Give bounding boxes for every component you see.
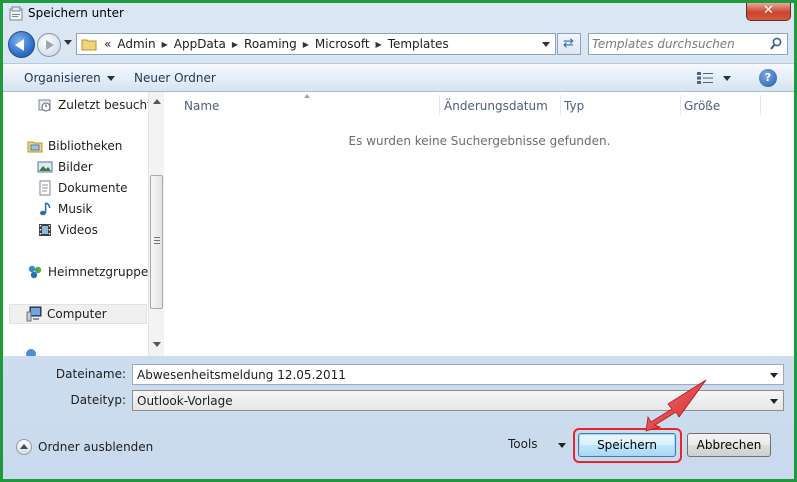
chevron-down-icon — [106, 76, 115, 81]
cancel-button[interactable]: Abbrechen — [687, 433, 771, 457]
sidebar-item-videos[interactable]: Videos — [37, 222, 98, 238]
breadcrumb-item[interactable]: Microsoft — [312, 37, 373, 51]
chevron-down-icon[interactable] — [770, 399, 778, 404]
file-list: Name Änderungsdatum Typ Größe Es wurden … — [165, 92, 794, 356]
forward-button[interactable] — [37, 33, 61, 57]
filetype-value[interactable]: Outlook-Vorlage — [137, 394, 233, 408]
tools-button[interactable]: Tools — [508, 437, 538, 451]
breadcrumb-overflow[interactable]: « — [101, 37, 114, 51]
filename-value[interactable]: Abwesenheitsmeldung 12.05.2011 — [137, 368, 346, 382]
breadcrumb-separator-icon[interactable]: ▶ — [300, 40, 312, 49]
sidebar-item-homegroup[interactable]: Heimnetzgruppe — [27, 264, 148, 280]
search-box[interactable] — [588, 33, 788, 55]
sidebar-item-computer[interactable]: Computer — [9, 304, 147, 324]
scroll-up-icon[interactable] — [153, 99, 161, 104]
homegroup-icon — [28, 265, 42, 279]
empty-results-message: Es wurden keine Suchergebnisse gefunden. — [348, 134, 611, 148]
breadcrumb-item[interactable]: Roaming — [241, 37, 300, 51]
window-title: Speichern unter — [28, 6, 124, 20]
sidebar-item-label: Videos — [58, 223, 98, 237]
back-arrow-icon — [15, 39, 24, 51]
sidebar-item-libraries[interactable]: Bibliotheken — [27, 138, 122, 154]
browser-area: Zuletzt besucht Bibliotheken Bilder Doku… — [3, 92, 794, 356]
breadcrumb-item[interactable]: AppData — [171, 37, 229, 51]
navigation-pane: Zuletzt besucht Bibliotheken Bilder Doku… — [3, 92, 164, 356]
sidebar-item-network-partial[interactable] — [25, 346, 37, 356]
column-header-name[interactable]: Name — [184, 99, 219, 113]
network-icon — [26, 349, 36, 356]
chevron-down-icon[interactable] — [558, 443, 566, 448]
column-header-modified[interactable]: Änderungsdatum — [444, 99, 548, 113]
sidebar-item-label: Bibliotheken — [48, 139, 123, 153]
filename-field[interactable]: Abwesenheitsmeldung 12.05.2011 — [132, 364, 784, 385]
breadcrumb-separator-icon[interactable]: ▶ — [159, 40, 171, 49]
new-folder-button[interactable]: Neuer Ordner — [134, 71, 216, 85]
documents-icon — [39, 180, 51, 196]
sidebar-item-recent[interactable]: Zuletzt besucht — [37, 97, 152, 113]
hide-folders-label: Ordner ausblenden — [38, 440, 154, 454]
sidebar-item-label: Heimnetzgruppe — [48, 265, 149, 279]
organize-button[interactable]: Organisieren — [24, 71, 115, 85]
sidebar-item-label: Computer — [47, 307, 107, 321]
help-icon[interactable]: ? — [759, 69, 777, 87]
close-button[interactable]: ✕ — [746, 3, 791, 21]
filename-label: Dateiname: — [55, 367, 126, 381]
column-divider[interactable] — [560, 95, 561, 115]
column-header-size[interactable]: Größe — [684, 99, 720, 113]
scroll-down-icon[interactable] — [153, 342, 161, 347]
videos-icon — [39, 224, 51, 236]
chevron-down-icon[interactable] — [770, 373, 778, 378]
sidebar-item-pictures[interactable]: Bilder — [37, 159, 93, 175]
sidebar-item-label: Bilder — [58, 160, 93, 174]
hide-folders-toggle[interactable]: Ordner ausblenden — [16, 439, 153, 455]
sidebar-item-music[interactable]: Musik — [37, 201, 93, 217]
back-button[interactable] — [8, 31, 35, 58]
computer-icon — [26, 306, 42, 322]
sidebar-item-label: Zuletzt besucht — [58, 98, 152, 112]
column-divider[interactable] — [680, 95, 681, 115]
view-options-icon[interactable] — [697, 72, 713, 84]
view-options-dropdown[interactable] — [723, 76, 731, 81]
sidebar-item-documents[interactable]: Dokumente — [37, 180, 128, 196]
title-bar: Speichern unter ✕ — [3, 3, 794, 25]
breadcrumb-item[interactable]: Admin — [114, 37, 158, 51]
address-dropdown-icon[interactable] — [542, 42, 550, 47]
recent-locations-dropdown[interactable] — [64, 40, 72, 45]
search-icon[interactable] — [770, 37, 782, 51]
column-header-type[interactable]: Typ — [564, 99, 584, 113]
music-icon — [40, 202, 51, 216]
recent-places-icon — [38, 99, 51, 112]
breadcrumb: « Admin ▶ AppData ▶ Roaming ▶ Microsoft … — [101, 37, 452, 51]
breadcrumb-separator-icon[interactable]: ▶ — [373, 40, 385, 49]
breadcrumb-separator-icon[interactable]: ▶ — [229, 40, 241, 49]
search-input[interactable] — [592, 36, 762, 52]
breadcrumb-item[interactable]: Templates — [385, 37, 452, 51]
sidebar-item-label: Musik — [58, 202, 93, 216]
nav-pane-scrollbar[interactable] — [148, 92, 164, 356]
forward-arrow-icon — [46, 40, 54, 50]
column-divider[interactable] — [760, 95, 761, 115]
libraries-icon — [27, 141, 43, 153]
scrollbar-thumb[interactable] — [150, 175, 163, 309]
address-bar[interactable]: « Admin ▶ AppData ▶ Roaming ▶ Microsoft … — [76, 33, 556, 55]
pictures-icon — [37, 161, 53, 173]
column-divider[interactable] — [439, 95, 440, 115]
grip-icon — [154, 237, 160, 244]
filetype-select[interactable]: Outlook-Vorlage — [132, 390, 784, 411]
folder-icon — [81, 39, 97, 51]
filetype-label: Dateityp: — [70, 393, 126, 407]
chevron-up-icon — [16, 439, 32, 455]
sidebar-item-label: Dokumente — [58, 181, 128, 195]
refresh-button[interactable]: ⇄ — [557, 33, 581, 55]
save-highlight-box — [573, 428, 682, 463]
sort-indicator-icon — [304, 94, 310, 98]
save-dialog-icon — [9, 6, 23, 21]
refresh-icon: ⇄ — [563, 36, 574, 51]
command-bar: Organisieren Neuer Ordner ? — [3, 63, 794, 92]
organize-label: Organisieren — [24, 71, 101, 85]
